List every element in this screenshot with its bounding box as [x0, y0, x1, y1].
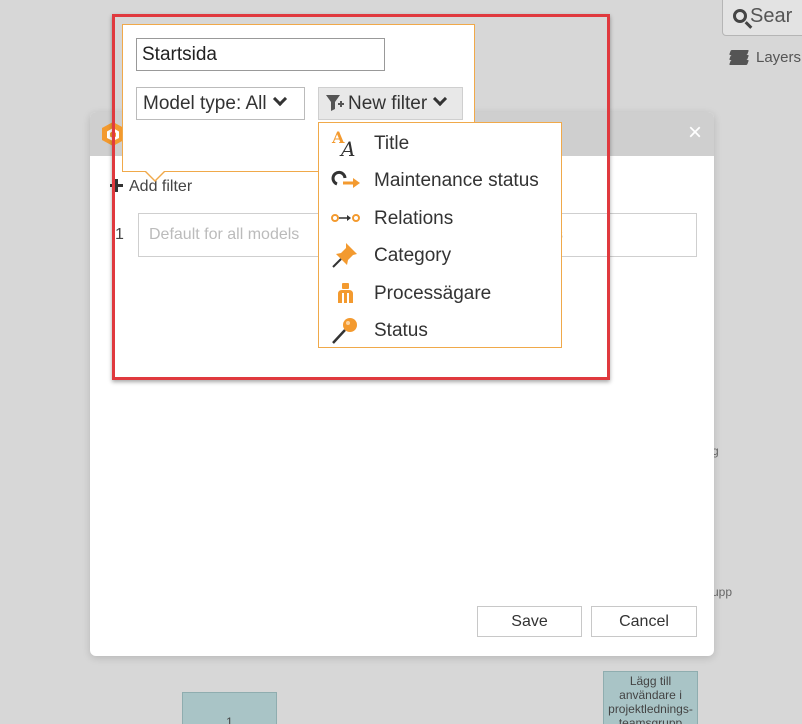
background-process-box: 1	[182, 692, 277, 724]
svg-text:A: A	[339, 137, 355, 157]
menu-item-status[interactable]: Status	[319, 313, 561, 347]
menu-item-label: Processägare	[374, 283, 492, 304]
status-pin-icon	[332, 318, 357, 344]
maintenance-status-icon	[331, 170, 360, 188]
menu-item-maintenance-status[interactable]: Maintenance status	[319, 163, 561, 197]
background-text-fragment: upp	[712, 585, 733, 599]
title-icon: A A	[331, 129, 355, 157]
filter-name-input[interactable]	[136, 38, 385, 71]
relations-icon	[331, 214, 360, 222]
save-button[interactable]: Save	[477, 606, 582, 637]
menu-item-label: Maintenance status	[374, 170, 539, 191]
new-filter-menu: A A Title Maintenance status Relations C…	[318, 122, 562, 348]
menu-item-label: Category	[374, 245, 452, 266]
menu-item-title[interactable]: A A Title	[319, 126, 561, 160]
layers-icon	[729, 50, 749, 65]
menu-item-label: Relations	[374, 208, 454, 229]
popover-caret-fill	[145, 170, 165, 180]
person-icon	[338, 283, 353, 303]
filter-row-number: 1	[115, 226, 124, 243]
close-icon[interactable]: ×	[684, 121, 706, 145]
menu-item-processagare[interactable]: Processägare	[319, 276, 561, 310]
model-type-select[interactable]: Model type: All	[136, 87, 305, 120]
background-layers-label: Layers	[756, 49, 802, 66]
background-search-label: Sear	[750, 5, 793, 27]
pin-icon	[332, 243, 357, 268]
model-type-label: Model type: All	[143, 93, 267, 114]
search-icon	[733, 9, 747, 23]
cancel-button[interactable]: Cancel	[591, 606, 697, 637]
menu-item-category[interactable]: Category	[319, 238, 561, 272]
filter-add-icon	[326, 95, 344, 111]
chevron-down-icon	[433, 91, 448, 107]
new-filter-label: New filter	[348, 93, 428, 114]
plus-icon	[110, 179, 123, 192]
background-layers-button: Layers	[729, 49, 802, 66]
menu-item-label: Status	[374, 320, 428, 341]
background-search-box: Sear	[722, 0, 802, 36]
menu-item-label: Title	[374, 133, 410, 154]
new-filter-button[interactable]: New filter	[318, 87, 463, 120]
chevron-down-icon	[272, 91, 287, 107]
menu-item-relations[interactable]: Relations	[319, 201, 561, 235]
background-process-box: Lägg till användare i projektlednings-te…	[603, 671, 698, 724]
